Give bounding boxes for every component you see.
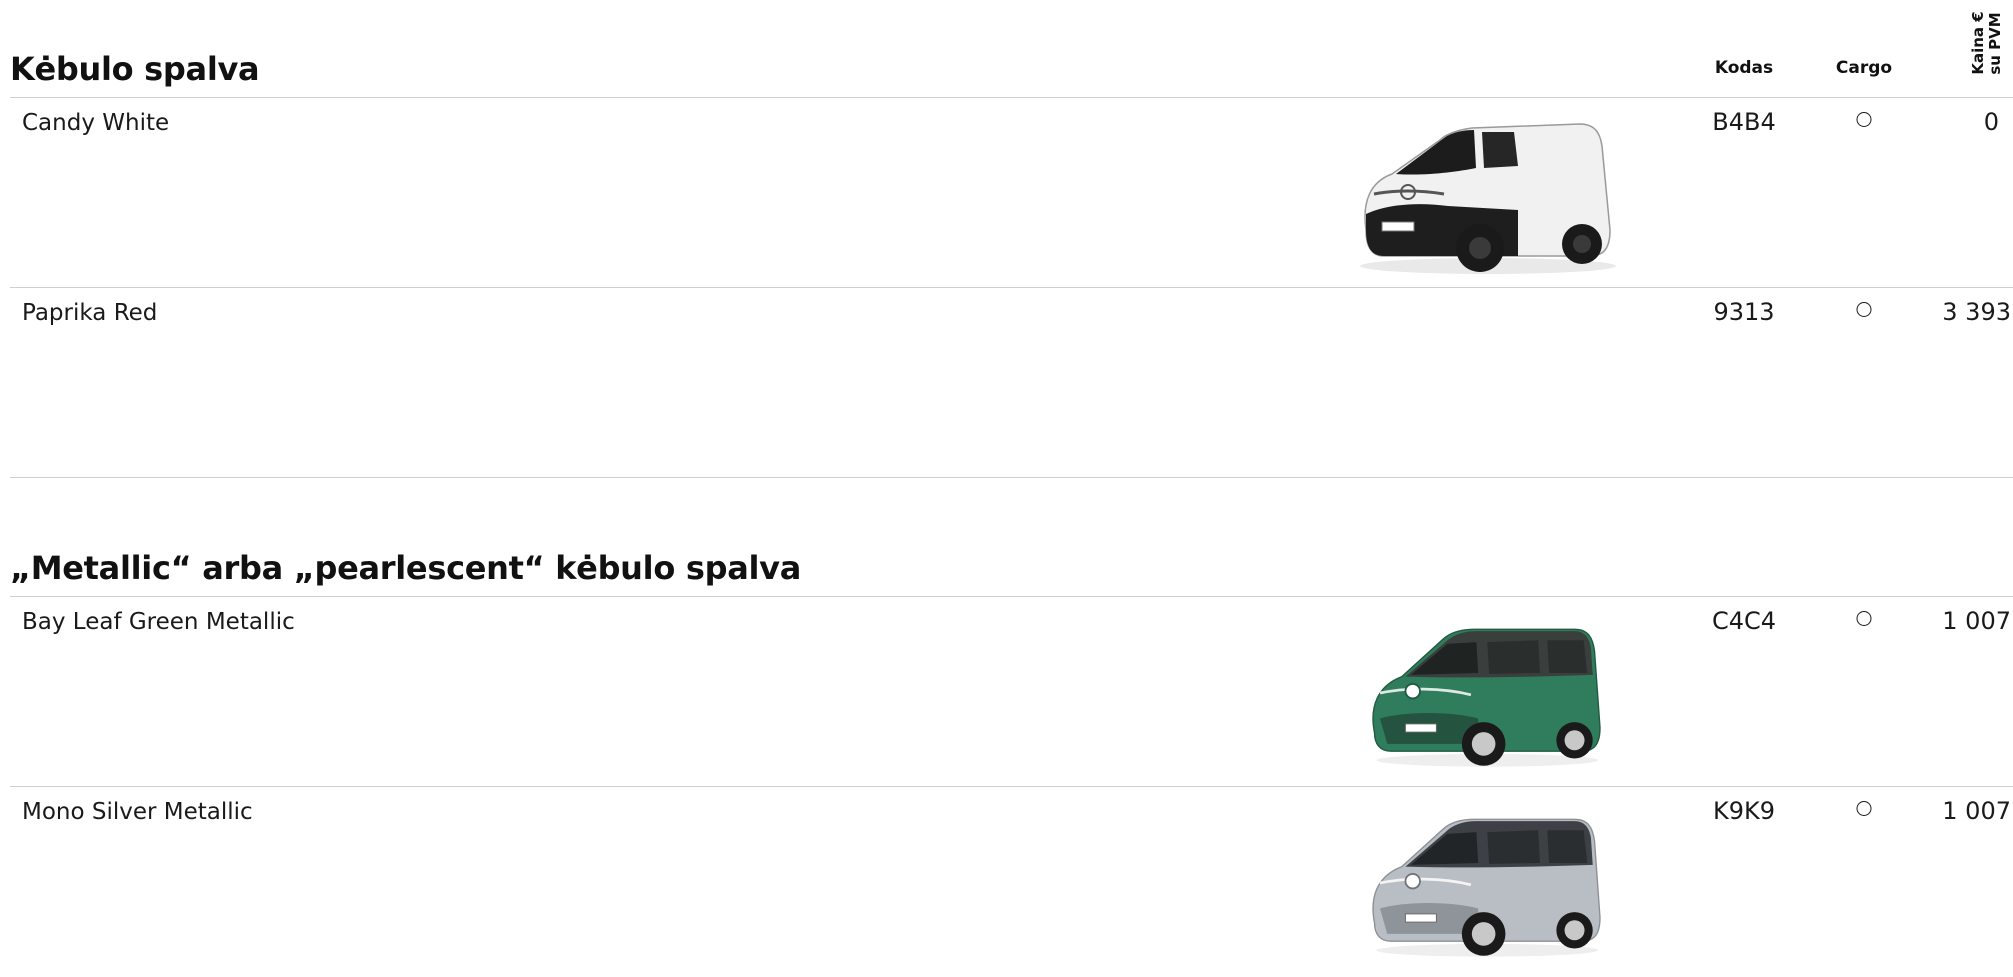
availability-circle-icon	[1856, 611, 1872, 626]
column-header-kaina-line1: Kaina €	[1969, 11, 1987, 75]
color-code: 9313	[1713, 298, 1775, 326]
table-row-bay-leaf-green: Bay Leaf Green Metallic C4C4 1 007	[0, 597, 2013, 787]
column-header-kaina: Kaina € su PVM	[1969, 11, 2004, 75]
column-header-kodas: Kodas	[1714, 58, 1774, 78]
section-title-body-color: Kėbulo spalva	[10, 50, 260, 88]
price: 1 007	[1942, 607, 2011, 635]
column-header-kaina-line2: su PVM	[1986, 12, 2004, 75]
price: 1 007	[1942, 797, 2011, 825]
table-row-mono-silver: Mono Silver Metallic K9K9 1 007	[0, 787, 2013, 977]
van-silver-icon	[1372, 818, 1601, 957]
price: 3 393	[1942, 298, 2011, 326]
van-green-icon	[1372, 628, 1601, 767]
availability-circle-icon	[1856, 302, 1872, 317]
section-title-metallic-color: „Metallic“ arba „pearlescent“ kėbulo spa…	[10, 549, 802, 587]
divider	[10, 477, 2013, 478]
color-code: B4B4	[1712, 108, 1776, 136]
availability-circle-icon	[1856, 112, 1872, 127]
table-row-paprika-red: Paprika Red 9313 3 393	[0, 288, 2013, 478]
color-name: Mono Silver Metallic	[22, 799, 253, 825]
color-name: Candy White	[22, 110, 170, 136]
color-code: C4C4	[1711, 607, 1777, 635]
price: 0	[1983, 108, 1999, 136]
van-white-cargo-icon	[1360, 123, 1616, 274]
color-name: Paprika Red	[22, 300, 158, 326]
color-name: Bay Leaf Green Metallic	[22, 609, 295, 635]
availability-circle-icon	[1856, 801, 1872, 816]
column-header-cargo: Cargo	[1835, 58, 1893, 78]
color-code: K9K9	[1712, 797, 1776, 825]
table-row-candy-white: Candy White B4B4 0	[0, 98, 2013, 288]
